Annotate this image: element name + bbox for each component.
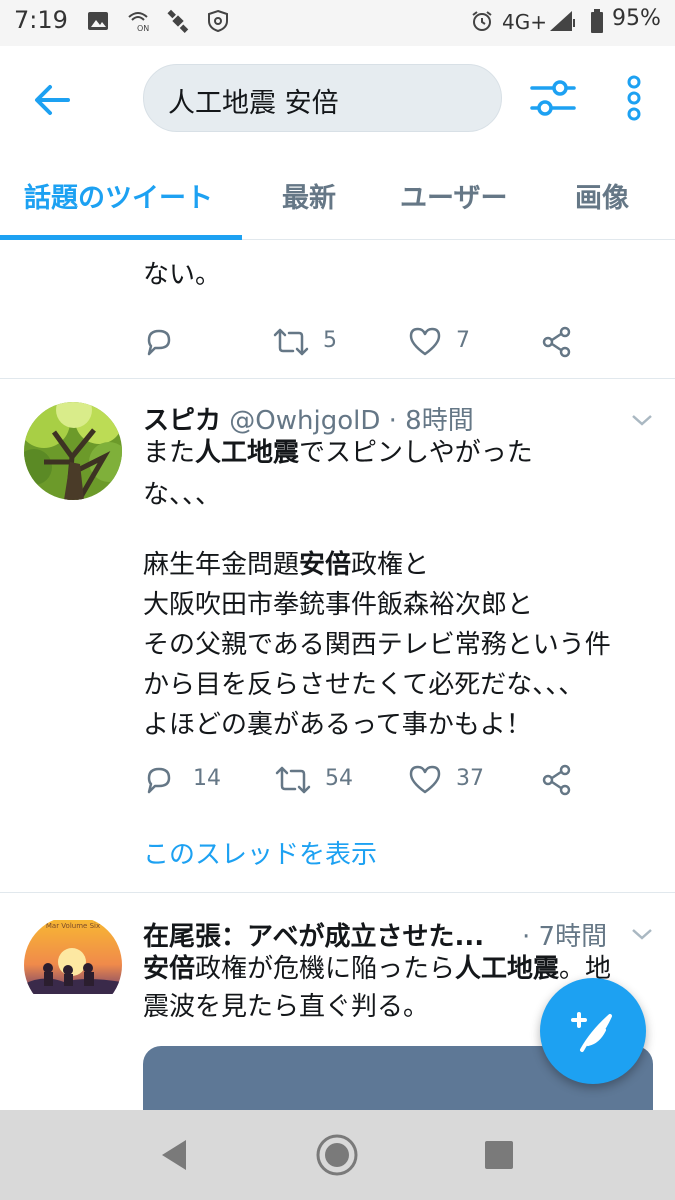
search-header: 人工地震 安倍: [0, 46, 675, 158]
share-button[interactable]: [541, 760, 581, 800]
compose-tweet-button[interactable]: [540, 978, 646, 1084]
tab-top-tweets[interactable]: 話題のツイート: [24, 176, 213, 215]
tweet-actions: 5 7: [143, 322, 603, 362]
reply-button[interactable]: [143, 322, 223, 362]
user-name[interactable]: 在尾張：アベが成立させた...: [143, 922, 484, 952]
tweet-header: スピカ @OwhjgolD · 8時間: [143, 400, 474, 437]
status-time: 7:19: [14, 6, 68, 34]
compose-feather-icon: [571, 1012, 612, 1052]
chevron-down-icon[interactable]: [630, 412, 654, 428]
album-art-avatar-image: Mar Volume Six: [24, 916, 122, 1014]
tweet-text-partial: ない。: [143, 260, 222, 290]
tweet-time: · 7時間: [522, 922, 608, 952]
retweet-button[interactable]: 54: [275, 760, 375, 800]
tweet-text-line: 麻生年金問題安倍政権と: [143, 550, 430, 580]
svg-text:ON: ON: [137, 24, 149, 33]
tab-users[interactable]: ユーザー: [400, 176, 507, 215]
like-count: 7: [456, 328, 470, 353]
tab-latest[interactable]: 最新: [282, 176, 336, 215]
battery-icon: [591, 9, 603, 33]
reply-button[interactable]: 14: [143, 760, 233, 800]
vpn-shield-icon: [208, 9, 228, 33]
more-options-icon[interactable]: [620, 74, 648, 122]
alarm-icon: [472, 11, 492, 31]
recents-nav-icon[interactable]: [476, 1132, 522, 1178]
search-filter-icon[interactable]: [528, 76, 578, 120]
share-icon: [542, 326, 571, 358]
image-icon: [88, 12, 108, 30]
battery-percent: 95%: [612, 6, 661, 31]
tab-images[interactable]: 画像: [575, 176, 629, 215]
retweet-icon: [275, 766, 311, 794]
back-nav-icon[interactable]: [152, 1132, 198, 1178]
tweet-header: 在尾張：アベが成立させた...: [143, 916, 484, 953]
like-count: 37: [456, 766, 484, 791]
reply-icon: [147, 767, 171, 794]
share-icon: [542, 764, 571, 796]
tweet-divider: [0, 378, 675, 379]
chevron-down-icon[interactable]: [630, 926, 654, 942]
reply-count: 14: [193, 766, 221, 791]
avatar-caption: Mar Volume Six: [46, 922, 100, 930]
retweet-icon: [273, 328, 309, 356]
home-nav-icon[interactable]: [314, 1132, 360, 1178]
satellite-icon: [167, 9, 189, 33]
show-thread-link[interactable]: このスレッドを表示: [143, 834, 377, 871]
wifi-calling-icon: ON: [128, 12, 149, 33]
share-button[interactable]: [541, 322, 581, 362]
status-bar: 7:19 ON 4G+ 95%: [0, 0, 675, 46]
like-button[interactable]: 37: [408, 760, 508, 800]
user-name[interactable]: スピカ: [143, 406, 221, 436]
reply-icon: [147, 329, 171, 356]
tweet-time: · 8時間: [388, 406, 474, 436]
search-query: 人工地震 安倍: [168, 88, 339, 119]
search-input[interactable]: 人工地震 安倍: [143, 64, 502, 132]
system-nav-bar: [0, 1110, 675, 1200]
search-tabs: 話題のツイート 最新 ユーザー 画像: [0, 158, 675, 240]
tweet-text-line: 震波を見たら直ぐ判る。: [143, 992, 430, 1022]
user-handle[interactable]: @OwhjgolD: [229, 406, 380, 436]
avatar[interactable]: [24, 402, 122, 500]
signal-icon: [550, 11, 575, 31]
back-arrow-icon[interactable]: [30, 78, 74, 122]
retweet-count: 54: [325, 766, 353, 791]
tweet-text-line: な、、、: [143, 480, 222, 510]
avatar[interactable]: Mar Volume Six: [24, 916, 122, 1014]
tweet-text-line: その父親である関西テレビ常務という件: [143, 630, 611, 660]
like-button[interactable]: 7: [408, 322, 508, 362]
tree-canopy-avatar-image: [24, 402, 122, 500]
retweet-count: 5: [323, 328, 337, 353]
tweet-text-line: また人工地震でスピンしやがった: [143, 438, 533, 468]
network-type: 4G+: [502, 10, 547, 34]
tweet-text-line: 大阪吹田市拳銃事件飯森裕次郎と: [143, 590, 534, 620]
retweet-button[interactable]: 5: [273, 322, 373, 362]
tweet-divider: [0, 892, 675, 893]
heart-icon: [409, 765, 441, 794]
heart-icon: [409, 327, 441, 356]
tweet-text-line: から目を反らさせたくて必死だな、、、: [143, 670, 585, 700]
tweet-text-line: よほどの裏があるって事かもよ！: [143, 710, 532, 740]
tweet-actions: 14 54 37: [143, 760, 603, 800]
